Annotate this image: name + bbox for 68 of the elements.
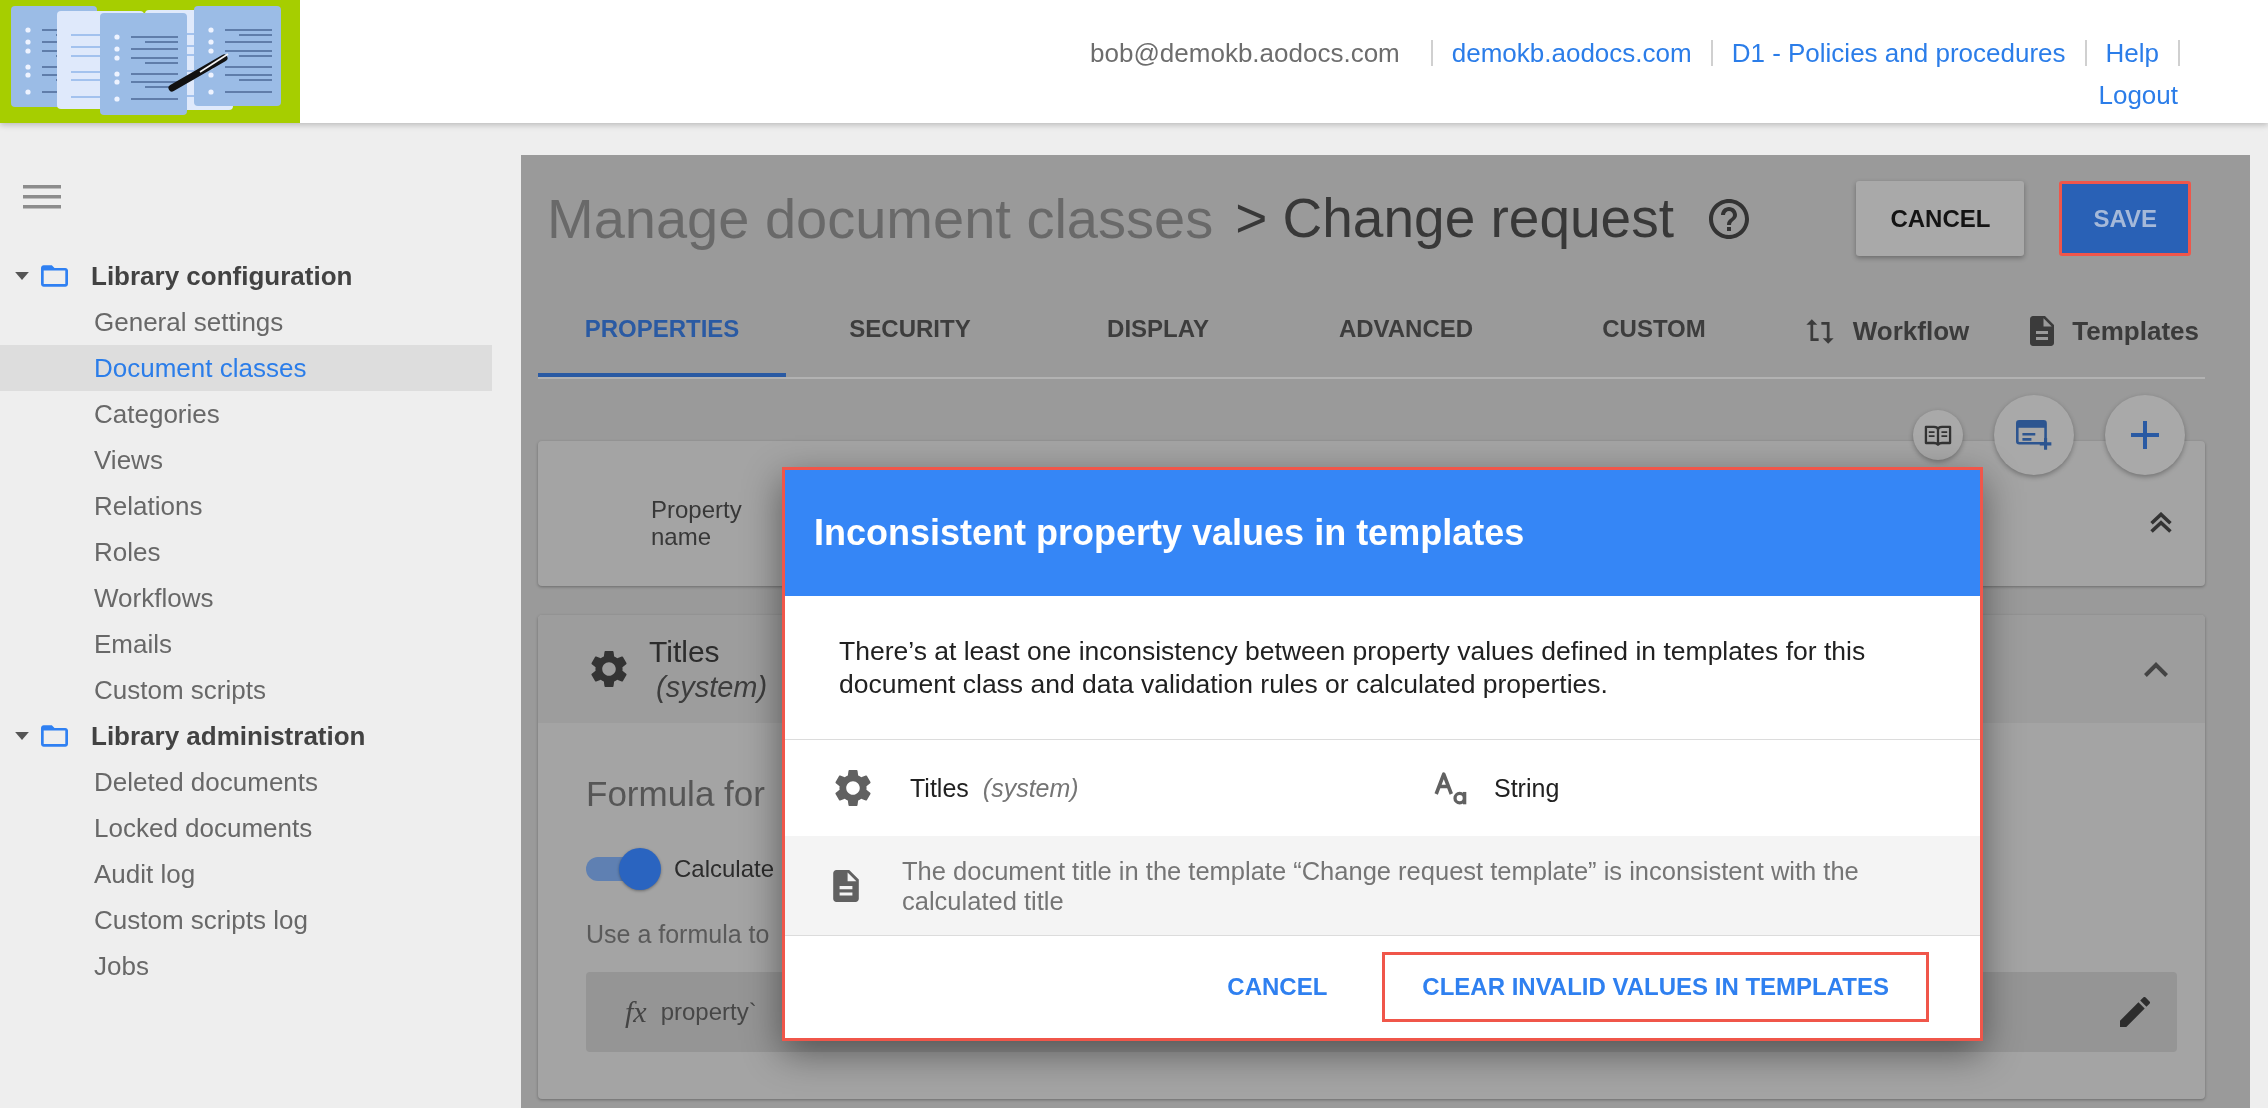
folder-icon bbox=[41, 725, 68, 747]
tab[interactable]: PROPERTIES bbox=[538, 285, 786, 377]
tab[interactable]: ADVANCED bbox=[1282, 285, 1530, 377]
table-add-icon bbox=[2016, 419, 2052, 451]
plus-icon bbox=[2131, 421, 2159, 449]
document-icon bbox=[2030, 316, 2055, 346]
gear-icon bbox=[591, 650, 627, 688]
document-icon bbox=[833, 869, 859, 902]
documents-logo-drawing[interactable] bbox=[0, 0, 300, 123]
gear-icon bbox=[835, 769, 871, 807]
sidebar-item[interactable]: Audit log bbox=[0, 851, 492, 897]
sidebar-item[interactable]: Relations bbox=[0, 483, 492, 529]
dialog-title: Inconsistent property values in templates bbox=[814, 512, 1525, 554]
header-link[interactable]: demokb.aodocs.com bbox=[1451, 38, 1692, 68]
book-button[interactable] bbox=[1913, 410, 1963, 460]
sidebar-item[interactable]: Custom scripts log bbox=[0, 897, 492, 943]
tab-link[interactable]: Workflow bbox=[1804, 315, 1970, 347]
sidebar-item[interactable]: Categories bbox=[0, 391, 492, 437]
tab[interactable]: DISPLAY bbox=[1034, 285, 1282, 377]
formula-prefix: fx bbox=[625, 995, 647, 1029]
caret-down-icon[interactable] bbox=[15, 732, 29, 740]
formula-value: property` bbox=[660, 998, 757, 1026]
caret-down-icon[interactable] bbox=[15, 272, 29, 280]
tab[interactable]: SECURITY bbox=[786, 285, 1034, 377]
page-title: > Change request bbox=[1235, 186, 1674, 251]
toggle-label: Calculate bbox=[674, 855, 775, 883]
table-add-button[interactable] bbox=[1994, 395, 2074, 475]
sidebar-item[interactable]: Custom scripts bbox=[0, 667, 492, 713]
sidebar-item[interactable]: Locked documents bbox=[0, 805, 492, 851]
book-icon bbox=[1924, 423, 1952, 447]
sidebar-item[interactable]: Document classes bbox=[0, 345, 492, 391]
edit-icon[interactable] bbox=[2120, 997, 2150, 1027]
sidebar-item[interactable]: Roles bbox=[0, 529, 492, 575]
header-link[interactable]: Logout bbox=[2098, 80, 2178, 110]
double-chevron-up-icon[interactable] bbox=[2149, 511, 2173, 534]
header-link[interactable]: D1 - Policies and procedures bbox=[1731, 38, 2066, 68]
sidebar-item[interactable]: Emails bbox=[0, 621, 492, 667]
property-name: Titles bbox=[910, 773, 969, 803]
action-button[interactable]: CANCEL bbox=[1856, 181, 2025, 256]
issue-text: The document title in the template “Change request template” is inconsistent with the calculated title bbox=[902, 855, 1860, 916]
sidebar-item[interactable]: General settings bbox=[0, 299, 492, 345]
sidebar-item[interactable]: Views bbox=[0, 437, 492, 483]
header-link[interactable]: Help bbox=[2105, 38, 2159, 68]
tab[interactable]: CUSTOM bbox=[1530, 285, 1778, 377]
sidebar-item[interactable]: Workflows bbox=[0, 575, 492, 621]
property-note: (system) bbox=[656, 670, 768, 704]
add-button[interactable] bbox=[2105, 395, 2185, 475]
dialog-message: There’s at least one inconsistency between property values defined in templates for this document class and data validation rules or calculated properties. bbox=[785, 596, 1980, 740]
action-button[interactable]: SAVE bbox=[2059, 181, 2191, 256]
property-type: String bbox=[1494, 773, 1560, 803]
menu-icon[interactable] bbox=[23, 185, 61, 209]
dialog-button[interactable]: CLEAR INVALID VALUES IN TEMPLATES bbox=[1382, 952, 1929, 1022]
section-label[interactable]: Library administration bbox=[91, 720, 366, 752]
tab-link[interactable]: Templates bbox=[2030, 315, 2199, 347]
column-header: Property name bbox=[651, 495, 743, 550]
section-label[interactable]: Library configuration bbox=[91, 260, 353, 292]
formula-heading: Formula for bbox=[586, 774, 765, 814]
property-name: Titles bbox=[649, 634, 720, 670]
folder-icon bbox=[41, 265, 68, 287]
user-email: bob@demokb.aodocs.com bbox=[1090, 38, 1400, 68]
sidebar-item[interactable]: Deleted documents bbox=[0, 759, 492, 805]
help-icon[interactable] bbox=[1708, 199, 1749, 239]
repeat-icon bbox=[1804, 318, 1835, 344]
chevron-up-icon[interactable] bbox=[2144, 661, 2168, 677]
formula-hint: Use a formula to bbox=[586, 919, 770, 949]
sidebar-item[interactable]: Jobs bbox=[0, 943, 492, 989]
property-note: (system) bbox=[982, 773, 1079, 803]
toggle-switch[interactable] bbox=[586, 848, 661, 890]
